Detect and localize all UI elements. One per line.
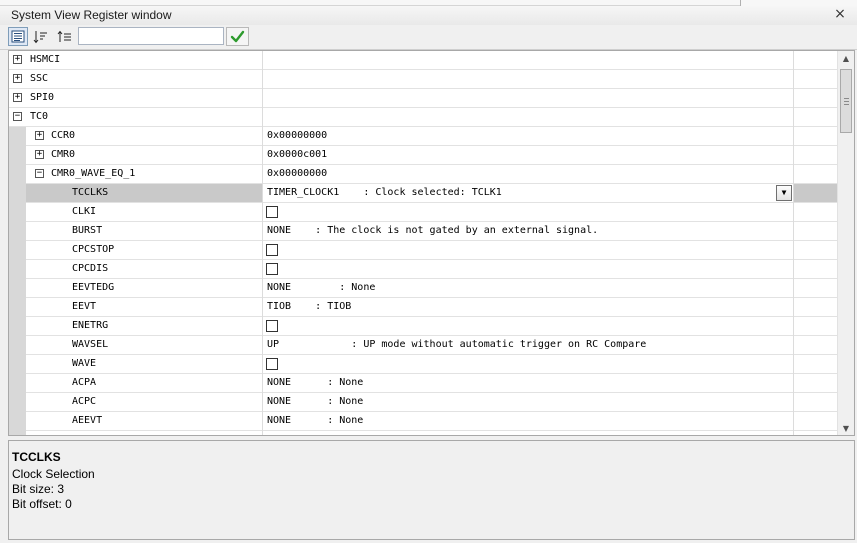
register-value [266, 51, 267, 69]
tree-row[interactable]: CLKI [9, 203, 838, 222]
register-name: SSC [30, 73, 49, 84]
collapse-icon[interactable]: − [35, 169, 44, 178]
field-bit-size: Bit size: 3 [12, 482, 65, 496]
expand-icon[interactable]: + [35, 150, 44, 159]
register-name: TC0 [30, 111, 49, 122]
bit-checkbox[interactable] [266, 244, 278, 256]
tree-row[interactable]: + SSC [9, 70, 838, 89]
register-value: TIMER_CLOCK1 : Clock selected: TCLK1 [267, 187, 502, 198]
tree-row[interactable]: + CCR0 0x00000000 [9, 127, 838, 146]
register-name: SPI0 [30, 92, 55, 103]
field-title: TCCLKS [12, 450, 61, 464]
register-tree-grid: + HSMCI + SSC + SPI0− TC0 + CCR0 0x00000000 + CMR0 0… [8, 50, 855, 436]
checkmark-icon [230, 30, 245, 43]
register-name: CPCSTOP [72, 244, 115, 255]
tree-row[interactable]: WAVSEL UP : UP mode without automatic tri… [9, 336, 838, 355]
register-value: NONE : The clock is not gated by an exte… [267, 225, 599, 236]
register-value: UP : UP mode without automatic trigger o… [267, 339, 647, 350]
bit-checkbox[interactable] [266, 206, 278, 218]
sort-descending-button[interactable] [31, 27, 51, 46]
register-name: CLKI [72, 206, 97, 217]
register-name: EEVT [72, 301, 97, 312]
tree-row[interactable]: TCCLKS TIMER_CLOCK1 : Clock selected: TCL… [9, 184, 838, 203]
register-value: NONE : None [267, 282, 376, 293]
register-value [266, 70, 267, 88]
tree-row[interactable]: WAVE [9, 355, 838, 374]
sort-tree-button[interactable] [55, 27, 75, 46]
tree-row[interactable]: EEVT TIOB : TIOB [9, 298, 838, 317]
bit-checkbox[interactable] [266, 320, 278, 332]
register-name: ENETRG [72, 320, 109, 331]
register-value [266, 108, 267, 126]
tree-row[interactable]: AEEVT NONE : None [9, 412, 838, 431]
tree-row[interactable]: + SPI0 [9, 89, 838, 108]
bit-checkbox[interactable] [266, 358, 278, 370]
scroll-down-icon[interactable]: ▼ [838, 421, 854, 435]
register-name: CMR0_WAVE_EQ_1 [51, 168, 136, 179]
scroll-thumb[interactable] [840, 69, 852, 133]
register-view-icon [11, 30, 25, 43]
register-value: TIOB : TIOB [267, 301, 352, 312]
tree-row[interactable]: − TC0 [9, 108, 838, 127]
register-rows: + HSMCI + SSC + SPI0− TC0 + CCR0 0x00000000 + CMR0 0… [9, 51, 838, 435]
vertical-scrollbar[interactable]: ▲ ▼ [837, 51, 854, 435]
expand-icon[interactable]: + [35, 131, 44, 140]
register-value: NONE : None [267, 377, 364, 388]
field-bit-offset: Bit offset: 0 [12, 497, 72, 511]
register-name: WAVSEL [72, 339, 109, 350]
tree-row[interactable]: + HSMCI [9, 51, 838, 70]
toolbar [0, 25, 857, 50]
register-name: AEEVT [72, 415, 103, 426]
register-value: NONE : None [267, 396, 364, 407]
description-panel: TCCLKS Clock Selection Bit size: 3 Bit o… [8, 440, 855, 540]
register-name: BURST [72, 225, 103, 236]
register-value [266, 89, 267, 107]
register-name: WAVE [72, 358, 97, 369]
register-name: EEVTEDG [72, 282, 115, 293]
tree-row[interactable]: ACPA NONE : None [9, 374, 838, 393]
tree-row[interactable]: EEVTEDG NONE : None [9, 279, 838, 298]
window-title: System View Register window [11, 8, 172, 22]
filter-input[interactable] [78, 27, 224, 45]
register-value: 0x00000000 [267, 130, 328, 141]
tree-row[interactable]: ENETRG [9, 317, 838, 336]
tree-row[interactable]: CPCDIS [9, 260, 838, 279]
register-name: CMR0 [51, 149, 76, 160]
expand-icon[interactable]: + [13, 93, 22, 102]
register-value: 0x0000c001 [267, 149, 328, 160]
dropdown-icon[interactable]: ▼ [776, 185, 792, 201]
tree-row[interactable]: CPCSTOP [9, 241, 838, 260]
register-value: 0x00000000 [267, 168, 328, 179]
field-description: Clock Selection [12, 467, 95, 481]
tree-row[interactable] [9, 431, 838, 435]
title-bar: System View Register window × [0, 6, 857, 26]
register-value [266, 431, 267, 435]
scroll-up-icon[interactable]: ▲ [838, 51, 854, 67]
expand-icon[interactable]: + [13, 55, 22, 64]
tree-row[interactable]: ACPC NONE : None [9, 393, 838, 412]
register-name: TCCLKS [72, 187, 109, 198]
register-name: CCR0 [51, 130, 76, 141]
register-name: CPCDIS [72, 263, 109, 274]
tree-row[interactable]: + CMR0 0x0000c001 [9, 146, 838, 165]
register-view-button[interactable] [8, 27, 28, 46]
tree-row[interactable]: BURST NONE : The clock is not gated by an… [9, 222, 838, 241]
register-name: ACPA [72, 377, 97, 388]
register-window: System View Register window × + HSMCI + … [0, 0, 857, 543]
apply-filter-button[interactable] [226, 27, 249, 46]
close-icon[interactable]: × [833, 6, 847, 22]
register-name: ACPC [72, 396, 97, 407]
expand-icon[interactable]: + [13, 74, 22, 83]
sort-descending-icon [33, 30, 47, 43]
collapse-icon[interactable]: − [13, 112, 22, 121]
register-value: NONE : None [267, 415, 364, 426]
register-name: HSMCI [30, 54, 61, 65]
sort-tree-icon [57, 30, 71, 42]
tree-row[interactable]: − CMR0_WAVE_EQ_1 0x00000000 [9, 165, 838, 184]
bit-checkbox[interactable] [266, 263, 278, 275]
